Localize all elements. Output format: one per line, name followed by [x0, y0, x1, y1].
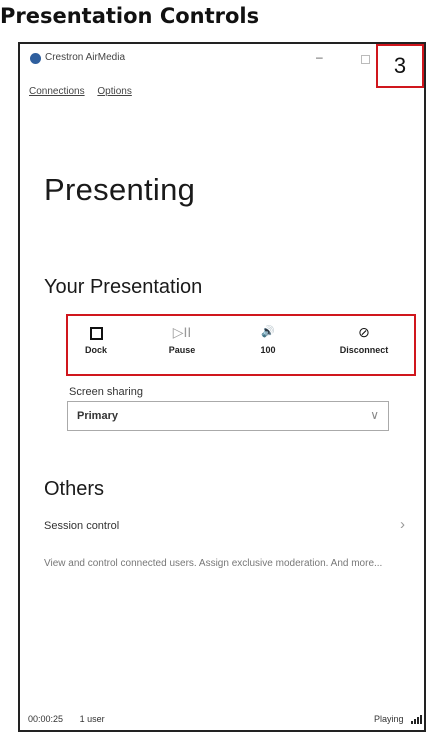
screen-sharing-select[interactable]: Primary ∨ — [67, 401, 389, 431]
session-control-link[interactable]: Session control — [44, 520, 119, 532]
pause-button[interactable]: ▷II Pause — [142, 323, 222, 355]
minimize-button[interactable]: – — [316, 50, 323, 64]
disconnect-icon: ⊘ — [358, 324, 370, 340]
dock-label: Dock — [84, 345, 107, 355]
disconnect-button[interactable]: ⊘ Disconnect — [324, 323, 404, 355]
session-control-description: View and control connected users. Assign… — [44, 558, 383, 569]
section-your-presentation: Your Presentation — [44, 276, 203, 298]
play-pause-icon: ▷II — [172, 324, 192, 340]
maximize-button[interactable] — [361, 55, 370, 64]
menu-bar: Connections Options — [29, 86, 142, 97]
disconnect-label: Disconnect — [339, 345, 389, 355]
screen-sharing-label: Screen sharing — [69, 386, 143, 398]
menu-connections[interactable]: Connections — [29, 86, 85, 97]
status-bar-left: 00:00:25 1 user — [28, 714, 119, 724]
pause-label: Pause — [168, 345, 196, 355]
elapsed-time: 00:00:25 — [28, 714, 64, 724]
signal-strength-icon — [410, 714, 422, 724]
chevron-right-icon[interactable]: › — [400, 516, 405, 533]
status-bar-right: Playing — [374, 714, 422, 724]
volume-icon: 🔊 — [261, 326, 275, 338]
presentation-controls: Dock ▷II Pause 🔊 100 ⊘ Disconnect — [66, 314, 416, 376]
page-title: Presenting — [44, 172, 196, 207]
playback-state: Playing — [373, 714, 404, 724]
menu-options[interactable]: Options — [97, 86, 131, 97]
section-others: Others — [44, 478, 105, 500]
chevron-down-icon: ∨ — [370, 408, 379, 422]
title-bar: Crestron AirMedia – 3 — [20, 44, 424, 88]
app-name: Crestron AirMedia — [45, 52, 126, 63]
volume-level: 100 — [260, 345, 276, 355]
crestron-logo-icon — [30, 53, 41, 64]
volume-button[interactable]: 🔊 100 — [228, 323, 308, 355]
airmedia-window: Crestron AirMedia – 3 Connections Option… — [18, 42, 426, 732]
user-count: 1 user — [79, 714, 105, 724]
callout-number: 3 — [376, 44, 424, 88]
stop-square-icon — [56, 323, 136, 341]
document-title: Presentation Controls — [0, 4, 260, 28]
dock-button[interactable]: Dock — [56, 323, 136, 355]
screen-sharing-value: Primary — [77, 410, 118, 422]
